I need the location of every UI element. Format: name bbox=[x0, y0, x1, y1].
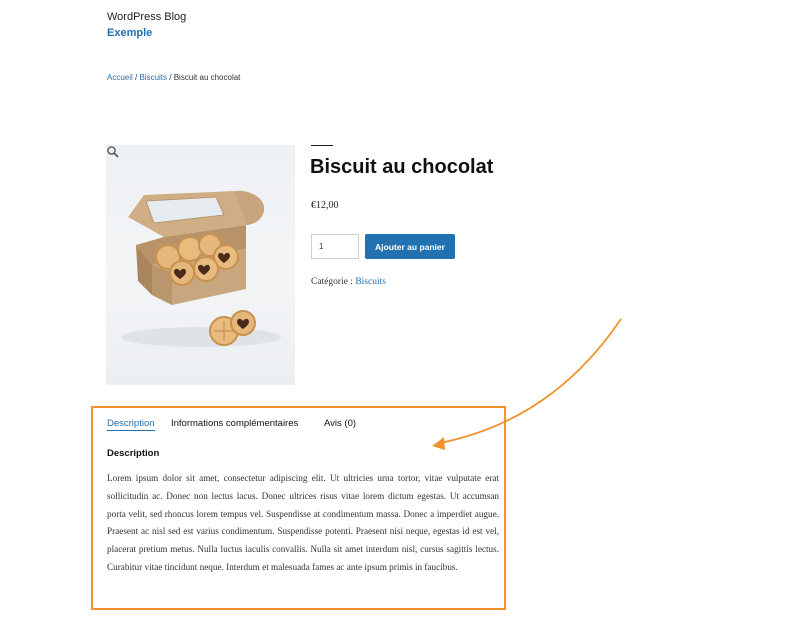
magnifier-icon[interactable] bbox=[106, 145, 120, 159]
breadcrumb-category-link[interactable]: Biscuits bbox=[139, 73, 167, 82]
tab-additional-info[interactable]: Informations complémentaires bbox=[171, 418, 298, 429]
quantity-input[interactable] bbox=[311, 234, 359, 259]
description-heading: Description bbox=[107, 448, 160, 459]
tab-reviews[interactable]: Avis (0) bbox=[324, 418, 356, 429]
description-body: Lorem ipsum dolor sit amet, consectetur … bbox=[107, 473, 499, 572]
add-to-cart-button[interactable]: Ajouter au panier bbox=[365, 234, 455, 259]
tab-description[interactable]: Description bbox=[107, 418, 155, 431]
product-image[interactable] bbox=[106, 145, 295, 385]
breadcrumb: Accueil / Biscuits / Biscuit au chocolat bbox=[107, 73, 240, 82]
breadcrumb-home-link[interactable]: Accueil bbox=[107, 73, 133, 82]
site-tagline-link[interactable]: Exemple bbox=[107, 27, 152, 39]
category-link[interactable]: Biscuits bbox=[355, 277, 386, 287]
site-title[interactable]: WordPress Blog bbox=[107, 11, 186, 23]
product-category: Catégorie : Biscuits bbox=[311, 277, 386, 287]
category-label: Catégorie : bbox=[311, 277, 356, 287]
product-price: €12,00 bbox=[311, 200, 339, 211]
breadcrumb-separator: / bbox=[167, 73, 174, 82]
title-divider bbox=[311, 145, 333, 146]
cookie-box-illustration bbox=[121, 190, 281, 347]
breadcrumb-current: Biscuit au chocolat bbox=[173, 73, 241, 82]
product-title: Biscuit au chocolat bbox=[310, 156, 494, 178]
